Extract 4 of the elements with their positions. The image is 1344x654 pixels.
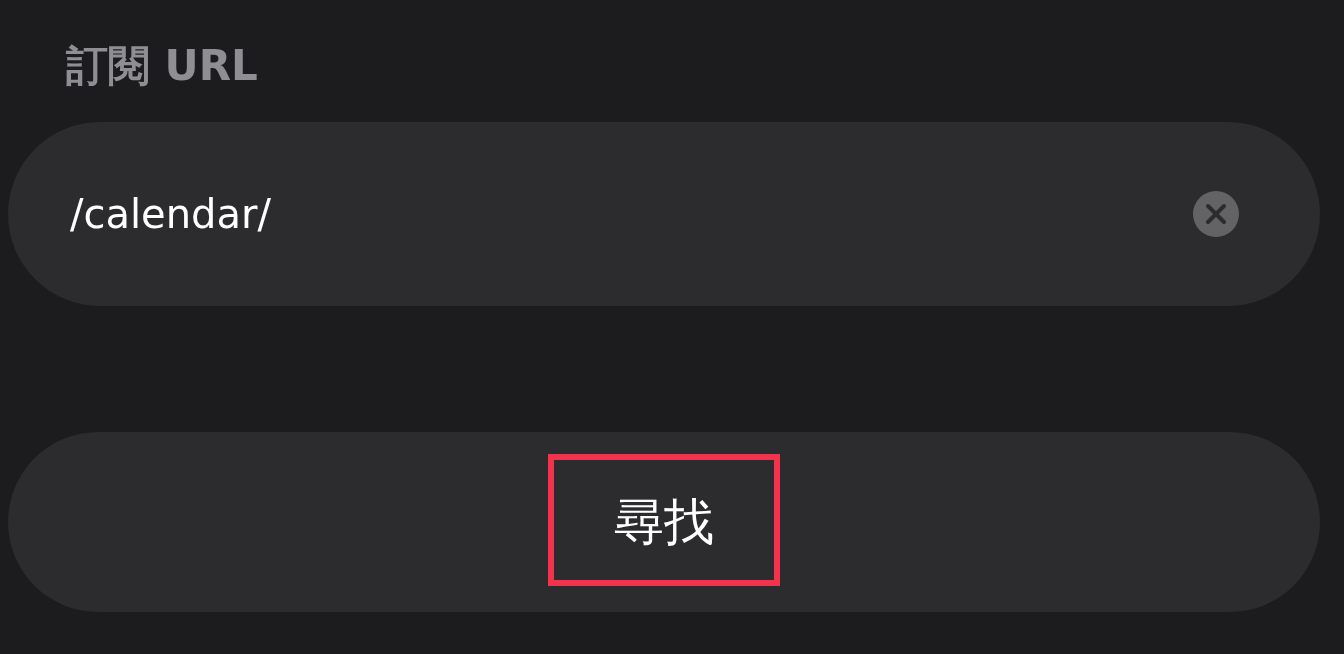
find-button[interactable]: 尋找 <box>8 432 1320 612</box>
url-field[interactable]: /calendar/ <box>8 122 1320 306</box>
section-label: 訂閱 URL <box>66 40 258 92</box>
clear-icon[interactable] <box>1192 190 1240 238</box>
